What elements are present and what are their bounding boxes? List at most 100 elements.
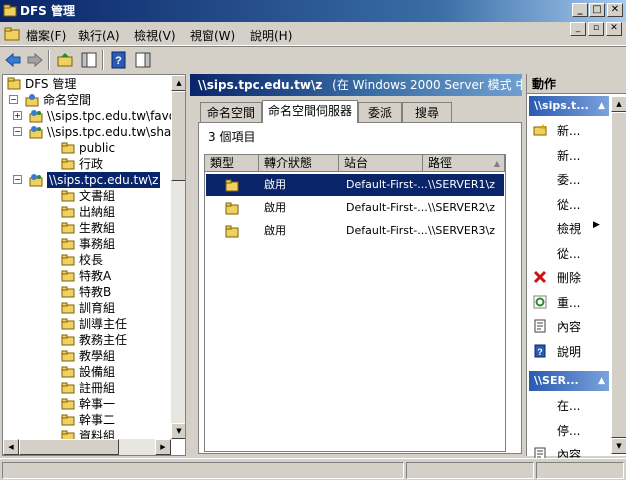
tree-item[interactable]: 文書組	[7, 188, 171, 204]
menu-window[interactable]: 視窗(W)	[190, 27, 235, 44]
tree-vertical-scrollbar[interactable]: ▲ ▼	[171, 75, 185, 439]
action-item[interactable]: 新...	[557, 147, 580, 164]
scroll-down-button[interactable]: ▼	[171, 423, 185, 439]
help-icon[interactable]: ?	[110, 51, 128, 69]
mdi-restore-button[interactable]: ▫	[588, 22, 604, 36]
tree-label: 行政	[79, 157, 104, 171]
tab-namespace-servers[interactable]: 命名空間伺服器	[262, 100, 358, 123]
close-button[interactable]: ✕	[607, 3, 623, 17]
back-arrow-icon[interactable]	[4, 51, 22, 69]
scroll-thumb[interactable]	[611, 112, 626, 438]
tree-item[interactable]: + \\sips.tpc.edu.tw\favorit	[7, 108, 185, 124]
tree-label: 事務組	[79, 237, 116, 251]
tab-search[interactable]: 搜尋	[402, 102, 452, 123]
scroll-left-button[interactable]: ◀	[3, 439, 19, 455]
tree-item[interactable]: 設備組	[7, 364, 171, 380]
column-type[interactable]: 類型	[205, 155, 259, 172]
scroll-thumb[interactable]	[171, 91, 185, 181]
tree-label: 特教B	[79, 285, 112, 299]
tree-item[interactable]: 特教A	[7, 268, 171, 284]
tree-item[interactable]: 教務主任	[7, 332, 171, 348]
cell-status: 啟用	[264, 224, 286, 237]
tree-item[interactable]: 幹事一	[7, 396, 171, 412]
action-item[interactable]: 新...	[557, 122, 580, 139]
show-hide-action-pane-icon[interactable]	[134, 51, 152, 69]
table-row[interactable]: 啟用 Default-First-... \\SERVER2\z	[206, 197, 504, 219]
action-item[interactable]: 在...	[557, 397, 580, 414]
collapse-icon[interactable]: −	[9, 95, 18, 104]
tree-label: public	[79, 141, 116, 155]
cell-path: \\SERVER3\z	[428, 224, 495, 237]
tree-item[interactable]: 註冊組	[7, 380, 171, 396]
action-item[interactable]: 重...	[557, 294, 580, 311]
namespace-header: \\sips.tpc.edu.tw\z (在 Windows 2000 Serv…	[190, 74, 522, 96]
scroll-right-button[interactable]: ▶	[155, 439, 171, 455]
table-row[interactable]: 啟用 Default-First-... \\SERVER1\z	[206, 174, 504, 196]
tree-label: 註冊組	[79, 381, 116, 395]
tree-root-dfs[interactable]: DFS 管理	[7, 76, 177, 92]
action-item[interactable]: 委...	[557, 171, 580, 188]
cell-site: Default-First-...	[346, 224, 428, 237]
menu-view[interactable]: 檢視(V)	[134, 27, 176, 44]
tab-namespace[interactable]: 命名空間	[200, 102, 262, 123]
dfs-icon	[7, 77, 21, 90]
table-row[interactable]: 啟用 Default-First-... \\SERVER3\z	[206, 220, 504, 242]
column-path[interactable]: 路徑 ▲	[423, 155, 505, 172]
tree-horizontal-scrollbar[interactable]: ◀ ▶	[3, 439, 171, 455]
expand-icon[interactable]: +	[13, 111, 22, 120]
sort-ascending-icon: ▲	[493, 159, 500, 168]
mdi-close-button[interactable]: ✕	[606, 22, 622, 36]
action-item[interactable]: 說明	[557, 343, 581, 360]
tree-label: 校長	[79, 253, 104, 267]
scroll-up-button[interactable]: ▲	[171, 75, 185, 91]
servers-list[interactable]: 類型 轉介狀態 站台 路徑 ▲ 啟用 Default-First-... \\SER…	[204, 154, 506, 452]
tree-item[interactable]: 事務組	[7, 236, 171, 252]
action-item[interactable]: 從...	[557, 196, 580, 213]
tree-item[interactable]: public	[7, 140, 171, 156]
action-item[interactable]: 停...	[557, 422, 580, 439]
action-item[interactable]: 檢視	[557, 220, 581, 237]
action-item[interactable]: 內容	[557, 318, 581, 335]
scroll-down-button[interactable]: ▼	[611, 438, 626, 454]
tree-label: 特教A	[79, 269, 112, 283]
tree-item[interactable]: 特教B	[7, 284, 171, 300]
tree-item[interactable]: 幹事二	[7, 412, 171, 428]
menu-action[interactable]: 執行(A)	[78, 27, 120, 44]
tree-item[interactable]: 生教組	[7, 220, 171, 236]
scroll-up-button[interactable]: ▲	[611, 96, 626, 112]
action-group-server[interactable]: \\SER... ▲	[529, 371, 609, 391]
action-item[interactable]: 刪除	[557, 269, 581, 286]
action-group-namespace[interactable]: \\sips.t... ▲	[529, 96, 609, 116]
scroll-thumb[interactable]	[19, 439, 119, 455]
tree-item[interactable]: 出納組	[7, 204, 171, 220]
tree-item[interactable]: 行政	[7, 156, 171, 172]
collapse-icon[interactable]: −	[13, 175, 22, 184]
tree-item[interactable]: − \\sips.tpc.edu.tw\share	[7, 124, 183, 140]
action-pane-scrollbar[interactable]: ▲ ▼	[611, 96, 626, 454]
console-tree[interactable]: DFS 管理 − 命名空間 + \\sips.tpc.edu.tw\favorit…	[2, 74, 186, 456]
column-referral-status[interactable]: 轉介狀態	[259, 155, 339, 172]
action-item[interactable]: 從...	[557, 245, 580, 262]
collapse-up-icon: ▲	[598, 376, 605, 386]
tab-delegation[interactable]: 委派	[358, 102, 402, 123]
menu-help[interactable]: 說明(H)	[250, 27, 292, 44]
cell-status: 啟用	[264, 201, 286, 214]
tree-item[interactable]: − \\sips.tpc.edu.tw\z	[7, 172, 171, 188]
tree-item[interactable]: 校長	[7, 252, 171, 268]
maximize-button[interactable]: □	[589, 3, 605, 17]
mdi-minimize-button[interactable]: _	[570, 22, 586, 36]
menu-bar: 檔案(F) 執行(A) 檢視(V) 視窗(W) 說明(H) _ ▫ ✕	[0, 22, 626, 46]
tree-item-namespaces[interactable]: − 命名空間	[7, 92, 177, 108]
tree-item[interactable]: 訓育組	[7, 300, 171, 316]
forward-arrow-icon[interactable]	[26, 51, 44, 69]
tree-item[interactable]: 訓導主任	[7, 316, 171, 332]
collapse-icon[interactable]: −	[13, 127, 22, 136]
item-count: 3 個項目	[208, 130, 256, 144]
menu-file[interactable]: 檔案(F)	[26, 27, 66, 44]
tree-item[interactable]: 教學組	[7, 348, 171, 364]
submenu-arrow-icon: ▶	[593, 220, 600, 230]
show-hide-console-tree-icon[interactable]	[80, 51, 98, 69]
minimize-button[interactable]: _	[572, 3, 588, 17]
column-site[interactable]: 站台	[339, 155, 423, 172]
up-folder-icon[interactable]	[56, 51, 74, 69]
